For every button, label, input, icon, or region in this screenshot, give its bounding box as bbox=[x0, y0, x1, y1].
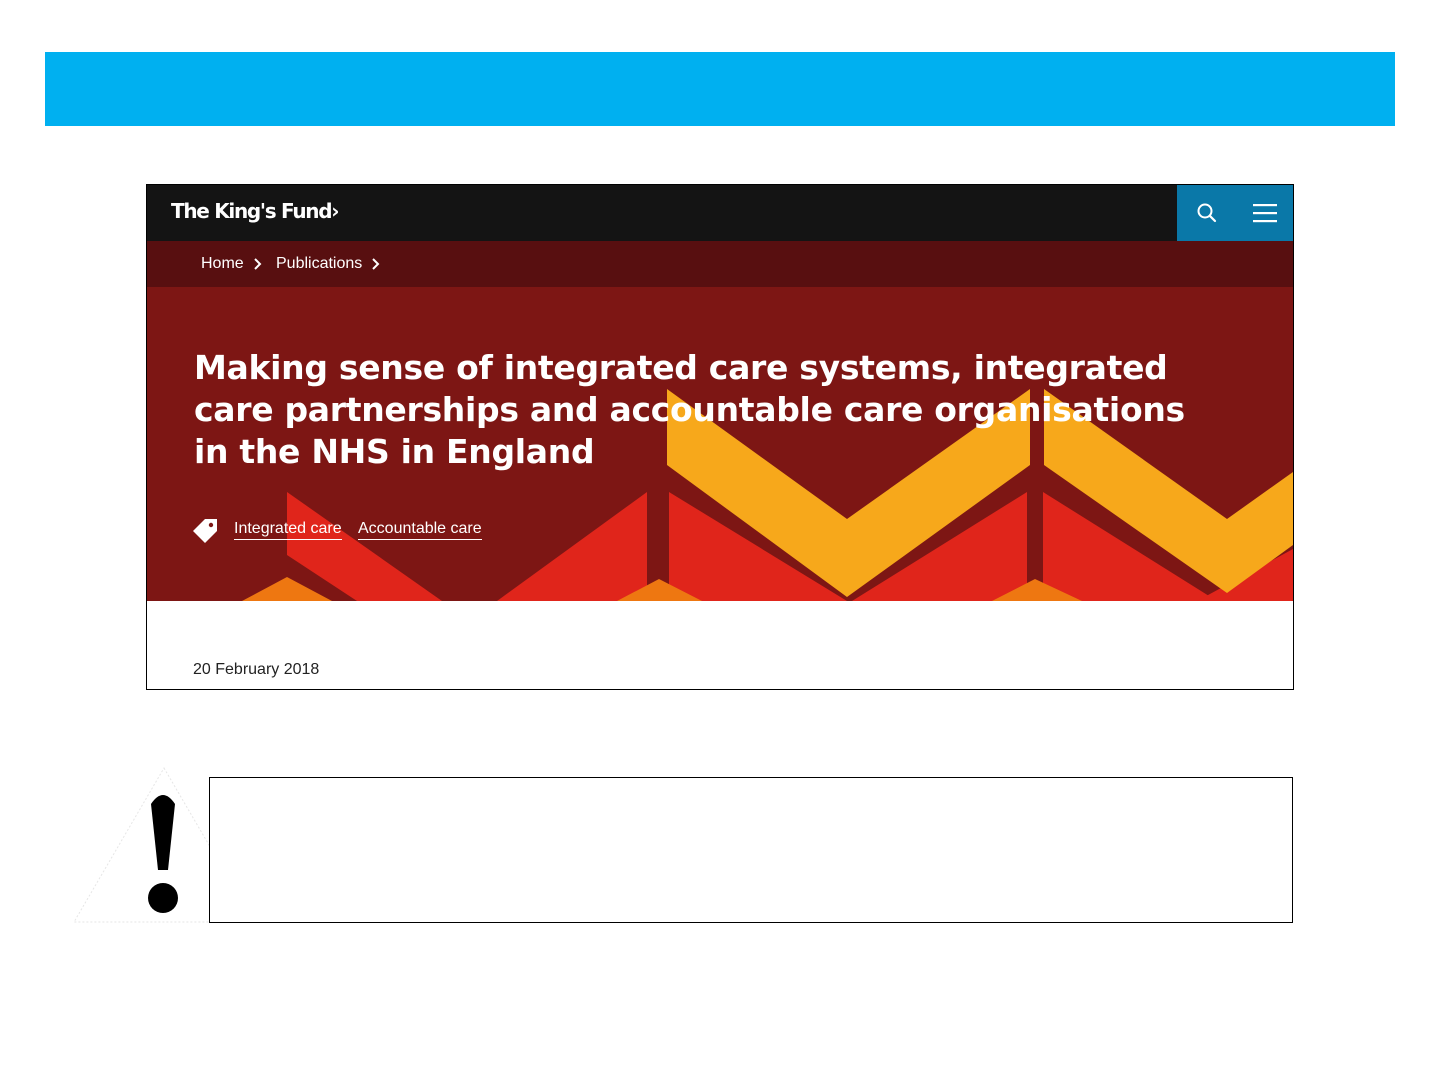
chevron-right-icon bbox=[254, 258, 262, 270]
breadcrumb: Home Publications bbox=[147, 241, 1293, 287]
website-screenshot: The King's Fund› Home Publications Makin… bbox=[146, 184, 1294, 690]
site-header: The King's Fund› bbox=[147, 185, 1293, 241]
tag-accountable-care[interactable]: Accountable care bbox=[358, 519, 482, 540]
breadcrumb-publications[interactable]: Publications bbox=[276, 255, 362, 273]
menu-button[interactable] bbox=[1235, 185, 1293, 241]
header-actions bbox=[1177, 185, 1293, 241]
hamburger-menu-icon bbox=[1253, 204, 1277, 223]
breadcrumb-home[interactable]: Home bbox=[201, 255, 244, 273]
publication-date: 20 February 2018 bbox=[193, 661, 320, 678]
search-icon bbox=[1197, 203, 1217, 223]
hero-banner: Making sense of integrated care systems,… bbox=[147, 287, 1293, 601]
site-logo[interactable]: The King's Fund› bbox=[171, 197, 340, 225]
search-button[interactable] bbox=[1177, 185, 1235, 241]
page-title: Making sense of integrated care systems,… bbox=[194, 348, 1185, 471]
chevron-right-icon bbox=[372, 258, 380, 270]
tag-integrated-care[interactable]: Integrated care bbox=[234, 519, 342, 540]
tag-icon bbox=[193, 519, 217, 543]
top-banner-bar bbox=[45, 52, 1395, 126]
notice-box bbox=[209, 777, 1293, 923]
